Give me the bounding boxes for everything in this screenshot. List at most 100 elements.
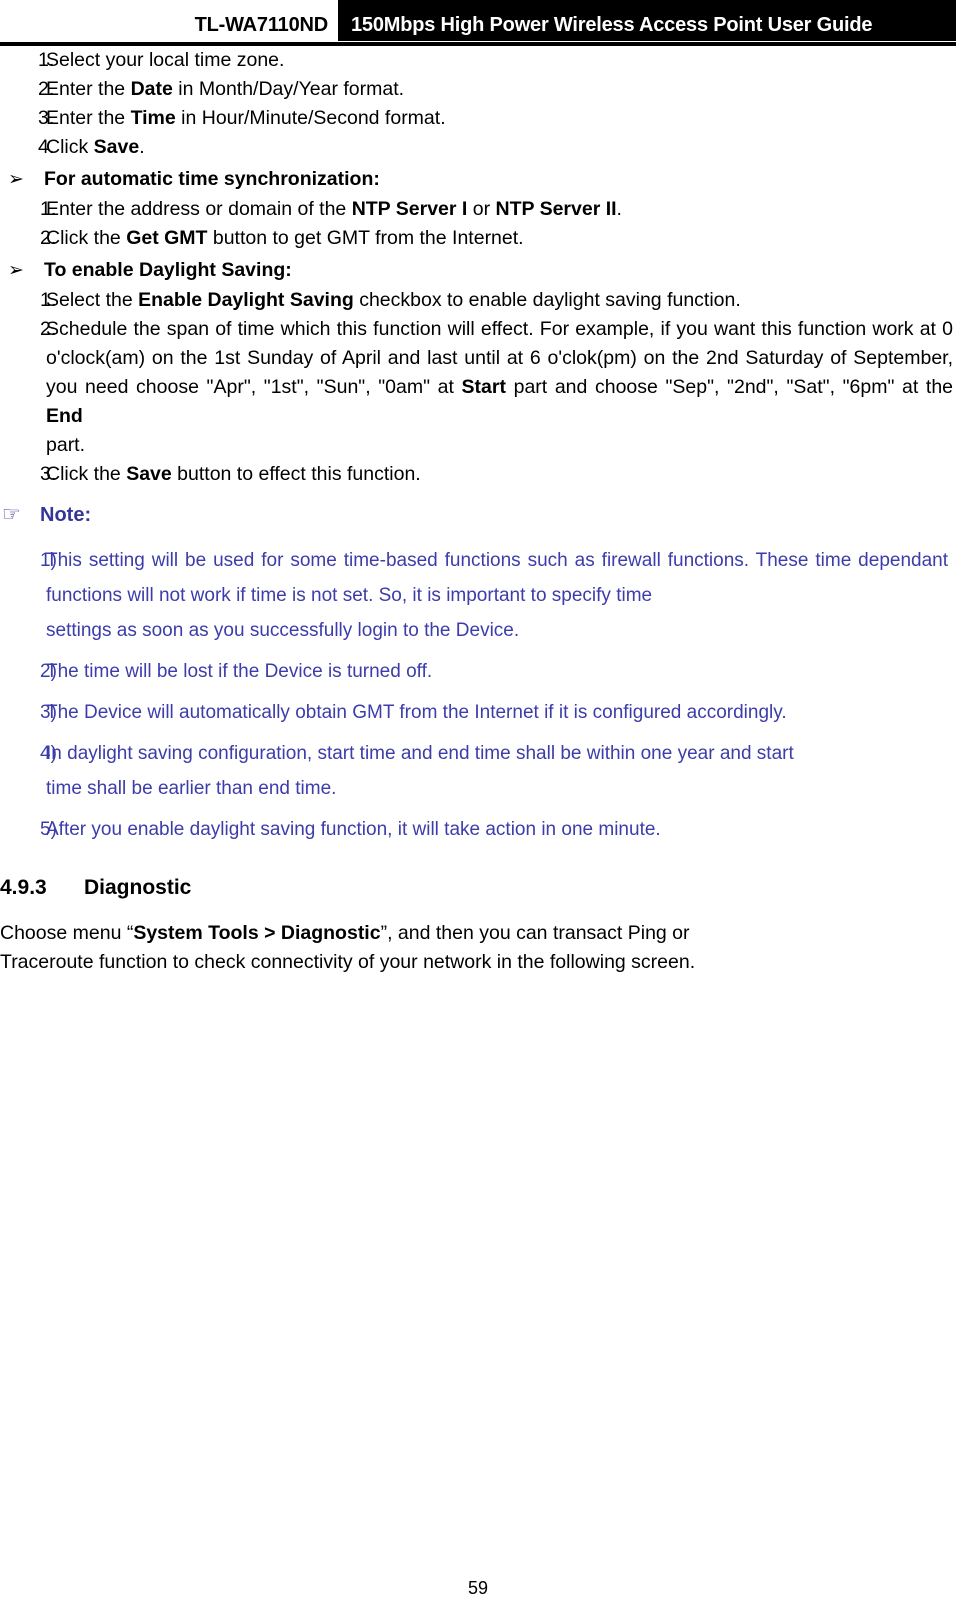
page-footer: 59 — [0, 1578, 956, 1599]
list-item: 2) The time will be lost if the Device i… — [0, 654, 956, 689]
list-item-text: Click the Get GMT button to get GMT from… — [46, 224, 956, 253]
list-marker: 1. — [40, 289, 57, 311]
list-item: 4) In daylight saving configuration, sta… — [0, 736, 956, 806]
list-item-text: Select the Enable Daylight Saving checkb… — [46, 286, 956, 315]
list-item: 3) The Device will automatically obtain … — [0, 695, 956, 730]
list-item-text: Schedule the span of time which this fun… — [46, 315, 956, 460]
list-item: 1. Enter the address or domain of the NT… — [0, 195, 956, 224]
list-item: 3. Enter the Time in Hour/Minute/Second … — [0, 104, 956, 133]
pointing-hand-icon: ☞ — [2, 503, 21, 526]
note4-last: time shall be earlier than end time. — [46, 778, 337, 799]
list-item: 2. Click the Get GMT button to get GMT f… — [0, 224, 956, 253]
step1-text: Select your local time zone. — [46, 49, 285, 71]
step2-suffix: in Month/Day/Year format. — [172, 78, 405, 100]
list-item-text: Select your local time zone. — [46, 46, 956, 75]
section-intro-paragraph: Choose menu “System Tools > Diagnostic”,… — [0, 919, 956, 977]
section-heading: 4.9.3 Diagnostic — [0, 873, 956, 903]
dls-step3-prefix: Click the — [46, 463, 127, 485]
auto-sync-steps-list: 1. Enter the address or domain of the NT… — [0, 195, 956, 253]
list-item: 3. Click the Save button to effect this … — [0, 460, 956, 489]
autosync-step1-mid: or — [467, 198, 496, 220]
daylight-saving-steps-list: 1. Select the Enable Daylight Saving che… — [0, 286, 956, 489]
note-heading: ☞ Note: — [0, 501, 956, 529]
list-marker: 3. — [40, 463, 57, 485]
intro-last: Traceroute function to check connectivit… — [0, 951, 696, 973]
list-marker: 3) — [40, 702, 57, 723]
daylight-saving-heading-text: To enable Daylight Saving: — [44, 259, 292, 281]
menu-path-term: System Tools > Diagnostic — [133, 922, 381, 944]
page-header: TL-WA7110ND 150Mbps High Power Wireless … — [0, 0, 956, 41]
step4-prefix: Click — [46, 136, 94, 158]
list-marker: 4) — [40, 743, 57, 764]
auto-sync-heading-text: For automatic time synchronization: — [44, 168, 380, 190]
end-term: End — [46, 405, 83, 427]
section-number: 4.9.3 — [0, 876, 47, 899]
enable-daylight-saving-term: Enable Daylight Saving — [138, 289, 354, 311]
step3-suffix: in Hour/Minute/Second format. — [175, 107, 446, 129]
list-item-text: Click Save. — [46, 133, 956, 162]
auto-sync-heading: ➢ For automatic time synchronization: — [0, 164, 956, 195]
document-content: 1. Select your local time zone. 2. Enter… — [0, 46, 956, 977]
section-title: Diagnostic — [84, 876, 192, 899]
list-item-text: Enter the Date in Month/Day/Year format. — [46, 75, 956, 104]
note-heading-label: Note: — [40, 504, 92, 526]
note-items-list: 1) This setting will be used for some ti… — [0, 543, 956, 847]
save-button-term: Save — [126, 463, 172, 485]
autosync-step2-prefix: Click the — [46, 227, 127, 249]
list-marker: 5) — [40, 819, 57, 840]
list-item-text: The Device will automatically obtain GMT… — [46, 702, 787, 723]
step4-suffix: . — [139, 136, 145, 158]
product-model-label: TL-WA7110ND — [194, 14, 329, 36]
start-term: Start — [461, 376, 506, 398]
autosync-step1-suffix: . — [616, 198, 622, 220]
arrow-bullet-icon: ➢ — [8, 260, 24, 281]
dls-step1-prefix: Select the — [46, 289, 139, 311]
dls-step1-suffix: checkbox to enable daylight saving funct… — [353, 289, 741, 311]
note4-main: In daylight saving configuration, start … — [46, 743, 794, 764]
list-item-text: After you enable daylight saving functio… — [46, 819, 661, 840]
autosync-step2-suffix: button to get GMT from the Internet. — [207, 227, 524, 249]
list-marker: 2) — [40, 661, 57, 682]
document-title-label: 150Mbps High Power Wireless Access Point… — [351, 14, 873, 36]
list-item: 1) This setting will be used for some ti… — [0, 543, 956, 648]
list-item: 2. Enter the Date in Month/Day/Year form… — [0, 75, 956, 104]
list-marker: 4. — [38, 136, 55, 158]
intro-prefix: Choose menu “ — [0, 922, 134, 944]
ntp-server-2-term: NTP Server II — [495, 198, 617, 220]
list-item: 2. Schedule the span of time which this … — [0, 315, 956, 460]
dls-step2-part-c: part. — [46, 434, 86, 456]
dls-step3-suffix: button to effect this function. — [171, 463, 421, 485]
list-marker: 2. — [40, 318, 57, 340]
intro-mid: ”, and then you can transact Ping or — [380, 922, 690, 944]
list-item-text: Enter the Time in Hour/Minute/Second for… — [46, 104, 956, 133]
list-marker: 1) — [40, 550, 57, 571]
list-item-text: Click the Save button to effect this fun… — [46, 460, 956, 489]
list-item: 5) After you enable daylight saving func… — [0, 812, 956, 847]
list-item-text: In daylight saving configuration, start … — [46, 736, 956, 806]
list-marker: 2. — [40, 227, 57, 249]
list-marker: 1. — [40, 198, 57, 220]
arrow-bullet-icon: ➢ — [8, 169, 24, 190]
ntp-server-1-term: NTP Server I — [351, 198, 468, 220]
autosync-step1-prefix: Enter the address or domain of the — [46, 198, 352, 220]
step3-bold-term: Time — [130, 107, 176, 129]
header-right-block: 150Mbps High Power Wireless Access Point… — [338, 0, 956, 41]
dls-step2-part-b: part and choose "Sep", "2nd", "Sat", "6p… — [505, 376, 954, 398]
manual-time-steps-list: 1. Select your local time zone. 2. Enter… — [0, 46, 956, 162]
daylight-saving-heading: ➢ To enable Daylight Saving: — [0, 255, 956, 286]
list-marker: 3. — [38, 107, 55, 129]
step4-bold-term: Save — [93, 136, 140, 158]
note1-main: This setting will be used for some time-… — [46, 550, 948, 606]
list-marker: 1. — [38, 49, 55, 71]
note1-last: settings as soon as you successfully log… — [46, 620, 520, 641]
list-item-text: This setting will be used for some time-… — [46, 543, 956, 648]
step3-prefix: Enter the — [46, 107, 131, 129]
list-item: 1. Select the Enable Daylight Saving che… — [0, 286, 956, 315]
list-marker: 2. — [38, 78, 55, 100]
page-number: 59 — [467, 1578, 489, 1598]
get-gmt-button-term: Get GMT — [126, 227, 208, 249]
list-item: 1. Select your local time zone. — [0, 46, 956, 75]
header-left-block: TL-WA7110ND — [0, 0, 338, 41]
list-item-text: Enter the address or domain of the NTP S… — [46, 195, 956, 224]
list-item: 4. Click Save. — [0, 133, 956, 162]
